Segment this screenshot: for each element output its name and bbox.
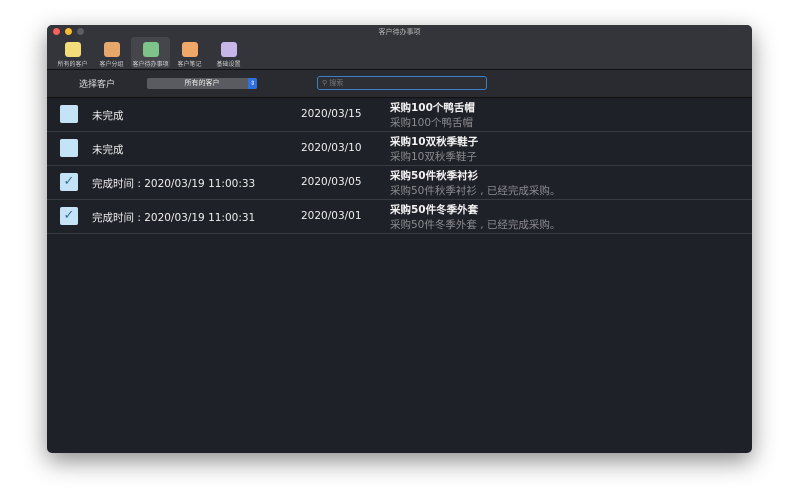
todo-row[interactable]: 未完成 2020/03/10 采购10双秋季鞋子 采购10双秋季鞋子 [47, 132, 752, 166]
toolbar-item-label: 客户分组 [99, 61, 124, 68]
todo-detail: 采购10双秋季鞋子 [390, 151, 477, 163]
checkmark-icon: ✓ [63, 174, 75, 189]
person-icon [64, 42, 81, 57]
updown-chevron-icon: ⇕ [248, 78, 257, 89]
completion-checkbox[interactable] [60, 105, 78, 123]
group-icon [103, 42, 120, 57]
customer-select-label: 选择客户 [79, 80, 116, 90]
due-date: 2020/03/15 [301, 108, 362, 120]
status-text: 完成时间 : 2020/03/19 11:00:31 [92, 212, 256, 224]
toolbar: 所有的客户 客户分组 客户待办事项 客户笔记 基础设置 [53, 37, 248, 68]
status-text: 完成时间 : 2020/03/19 11:00:33 [92, 178, 256, 190]
search-placeholder: 搜索 [329, 79, 344, 87]
status-text: 未完成 [92, 144, 124, 156]
toolbar-item-person[interactable]: 所有的客户 [53, 37, 92, 68]
completion-checkbox[interactable] [60, 139, 78, 157]
status-text: 未完成 [92, 110, 124, 122]
title-bar: 客户待办事项 所有的客户 客户分组 客户待办事项 客户笔记 基础设置 [47, 25, 752, 70]
customer-select-value: 所有的客户 [184, 79, 220, 87]
search-icon: ⚲ [322, 79, 328, 87]
todo-detail: 采购50件秋季衬衫 , 已经完成采购。 [390, 185, 561, 197]
toolbar-item-label: 客户笔记 [177, 61, 202, 68]
todo-title: 采购10双秋季鞋子 [390, 136, 479, 148]
toolbar-item-gear[interactable]: 基础设置 [209, 37, 248, 68]
gear-icon [220, 42, 237, 57]
todo-title: 采购100个鸭舌帽 [390, 102, 475, 114]
toolbar-item-label: 所有的客户 [57, 61, 88, 68]
todo-row[interactable]: ✓ 完成时间 : 2020/03/19 11:00:31 2020/03/01 … [47, 200, 752, 234]
window-title: 客户待办事项 [378, 28, 421, 36]
todo-row[interactable]: 未完成 2020/03/15 采购100个鸭舌帽 采购100个鸭舌帽 [47, 98, 752, 132]
todo-title: 采购50件秋季衬衫 [390, 170, 479, 182]
app-window: 客户待办事项 所有的客户 客户分组 客户待办事项 客户笔记 基础设置 选择客户 所有的客… [47, 25, 752, 453]
todo-title: 采购50件冬季外套 [390, 204, 479, 216]
toolbar-item-group[interactable]: 客户分组 [92, 37, 131, 68]
due-date: 2020/03/10 [301, 142, 362, 154]
toolbar-item-label: 基础设置 [216, 61, 241, 68]
customer-select[interactable]: 所有的客户 ⇕ [147, 78, 257, 89]
todo-row[interactable]: ✓ 完成时间 : 2020/03/19 11:00:33 2020/03/05 … [47, 166, 752, 200]
due-date: 2020/03/05 [301, 176, 362, 188]
todo-detail: 采购50件冬季外套 , 已经完成采购。 [390, 219, 561, 231]
note-icon [181, 42, 198, 57]
toolbar-item-label: 客户待办事项 [132, 61, 169, 68]
completion-checkbox[interactable]: ✓ [60, 173, 78, 191]
todo-detail: 采购100个鸭舌帽 [390, 117, 474, 129]
todo-list: 未完成 2020/03/15 采购100个鸭舌帽 采购100个鸭舌帽 未完成 2… [47, 98, 752, 234]
filter-bar: 选择客户 所有的客户 ⇕ ⚲ 搜索 [47, 70, 752, 98]
toolbar-item-todo-box[interactable]: 客户待办事项 [131, 37, 170, 68]
toolbar-item-note[interactable]: 客户笔记 [170, 37, 209, 68]
todo-box-icon [142, 42, 159, 57]
due-date: 2020/03/01 [301, 210, 362, 222]
checkmark-icon: ✓ [63, 208, 75, 223]
search-input[interactable]: ⚲ 搜索 [317, 76, 487, 90]
completion-checkbox[interactable]: ✓ [60, 207, 78, 225]
